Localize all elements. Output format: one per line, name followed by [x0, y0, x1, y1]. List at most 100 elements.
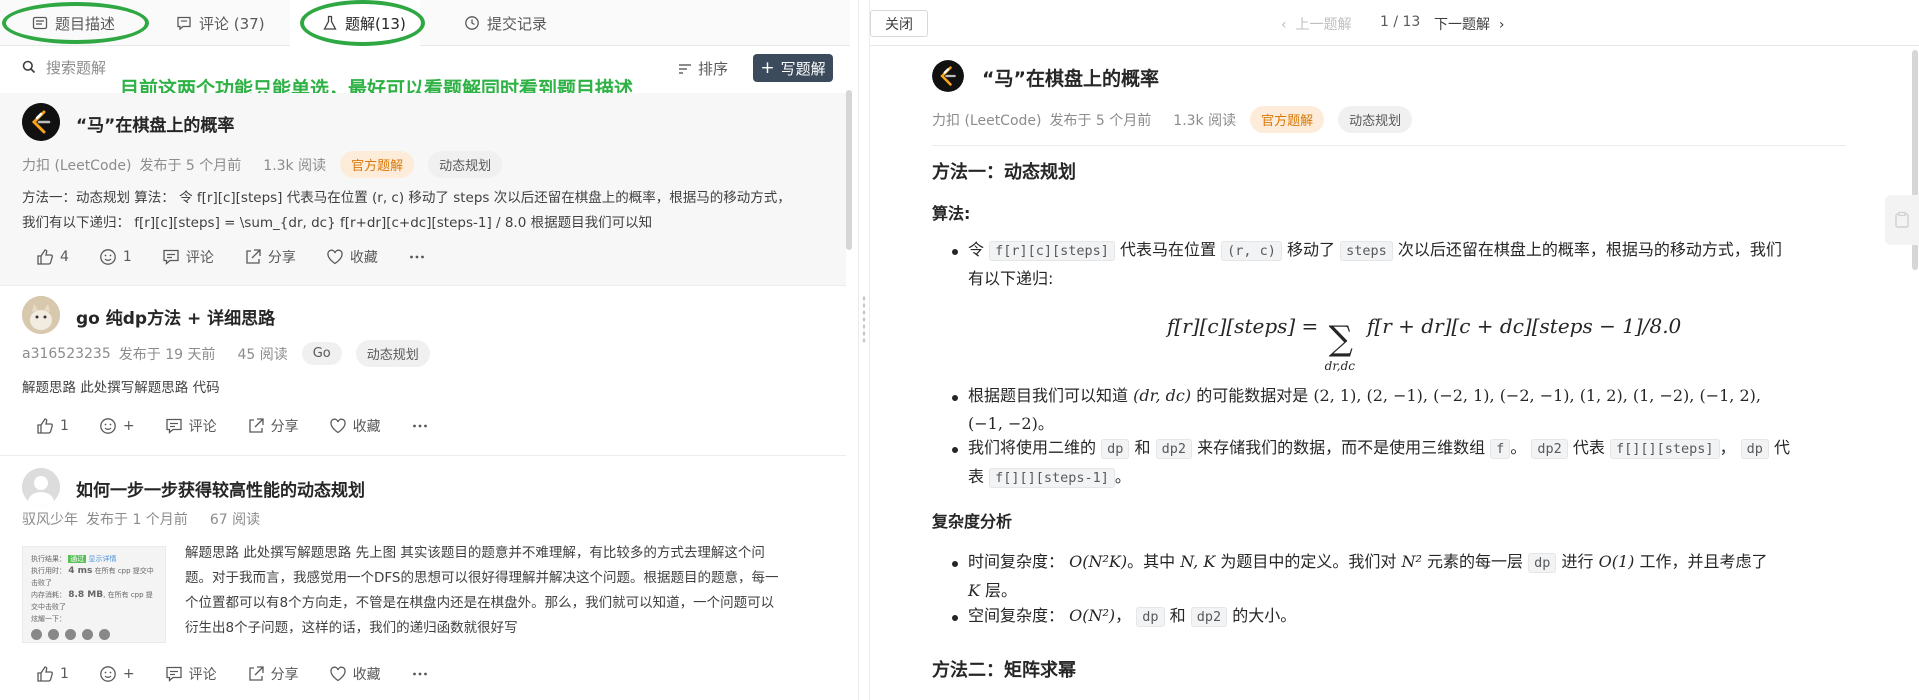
- favorite-button[interactable]: 收藏: [326, 247, 378, 267]
- reaction-button[interactable]: 1: [99, 248, 132, 266]
- sort-label: 排序: [698, 60, 729, 78]
- solution-item[interactable]: “马”在棋盘上的概率 力扣 (LeetCode) 发布于 5 个月前 1.3k …: [0, 93, 846, 286]
- tab-comments[interactable]: 评论 (37): [176, 0, 286, 46]
- cat-avatar-icon: [22, 296, 60, 334]
- comment-label: 评论: [188, 667, 217, 683]
- more-button[interactable]: [408, 248, 426, 266]
- author[interactable]: a316523235: [22, 346, 111, 362]
- sum-symbol: ∑: [1328, 319, 1353, 359]
- chevron-left-icon: ‹: [1281, 17, 1287, 33]
- heart-icon: [327, 249, 343, 265]
- comment-icon: [166, 418, 182, 434]
- sort-button[interactable]: 排序: [678, 58, 728, 79]
- prev-label: 上一题解: [1295, 17, 1352, 33]
- divider: [932, 145, 1846, 146]
- paragraph-storage: 我们将使用二维的 dp 和 dp2 来存储我们的数据，而不是使用三维数组 f。 …: [968, 438, 1791, 488]
- bullet: [952, 561, 958, 567]
- list-scrollbar[interactable]: [846, 90, 852, 250]
- code-inline: (r, c): [1221, 241, 1282, 261]
- bullet: [952, 249, 958, 255]
- description-icon: [32, 16, 48, 30]
- posted-time: 发布于 5 个月前: [139, 157, 242, 174]
- share-button[interactable]: 分享: [247, 664, 299, 684]
- solution-title[interactable]: go 纯dp方法 + 详细思路: [76, 304, 275, 329]
- code-inline: f[r][c][steps]: [989, 241, 1115, 261]
- favorite-label: 收藏: [352, 667, 381, 683]
- like-count: 1: [60, 418, 69, 434]
- tab-solutions[interactable]: 题解(13): [290, 0, 420, 46]
- thumb-share-icons: [31, 629, 157, 640]
- solution-item[interactable]: go 纯dp方法 + 详细思路 a316523235 发布于 19 天前 45 …: [0, 286, 846, 456]
- view-count: 1.3k 阅读: [1173, 112, 1237, 129]
- leetcode-logo-icon: [22, 103, 60, 141]
- like-count: 4: [60, 249, 69, 265]
- reaction-button[interactable]: +: [99, 665, 135, 683]
- prev-solution-button[interactable]: ‹ 上一题解: [1281, 14, 1352, 34]
- thumb-line: 执行用时： 4 ms 在所有 cpp 提交中击败了: [31, 566, 154, 587]
- favorite-button[interactable]: 收藏: [329, 664, 381, 684]
- more-icon: [412, 424, 427, 428]
- comment-label: 评论: [188, 419, 217, 435]
- tag-dp[interactable]: 动态规划: [355, 340, 430, 367]
- share-button[interactable]: 分享: [247, 416, 299, 436]
- share-label: 分享: [270, 419, 299, 435]
- thumbs-up-icon: [37, 249, 53, 265]
- view-count: 45 阅读: [237, 346, 288, 363]
- like-button[interactable]: 1: [36, 417, 69, 435]
- share-button[interactable]: 分享: [244, 247, 296, 267]
- thumb-line: 内存消耗： 8.8 MB, 在所有 cpp 提交中击败了: [31, 590, 153, 611]
- next-label: 下一题解: [1434, 17, 1490, 33]
- tab-submissions[interactable]: 提交记录: [464, 0, 574, 46]
- solution-actions: 4 1 评论 分享 收藏: [36, 247, 456, 267]
- like-button[interactable]: 4: [36, 248, 69, 266]
- comment-icon: [163, 249, 179, 265]
- sort-icon: [679, 63, 691, 74]
- like-button[interactable]: 1: [36, 665, 69, 683]
- tag-official[interactable]: 官方题解: [1250, 106, 1325, 133]
- solution-meta: 力扣 (LeetCode) 发布于 5 个月前 1.3k 阅读 官方题解 动态规…: [22, 151, 503, 178]
- tag-dp[interactable]: 动态规划: [1338, 106, 1413, 133]
- author[interactable]: 驭风少年: [22, 509, 78, 529]
- comment-button[interactable]: 评论: [165, 664, 217, 684]
- reaction-button[interactable]: +: [99, 417, 135, 435]
- tag-go[interactable]: Go: [301, 342, 342, 365]
- author[interactable]: 力扣 (LeetCode): [932, 110, 1041, 130]
- next-solution-button[interactable]: 下一题解 ›: [1434, 14, 1505, 34]
- solution-thumbnail[interactable]: 执行结果： 通过 显示详情 执行用时： 4 ms 在所有 cpp 提交中击败了 …: [22, 546, 166, 643]
- like-count: 1: [60, 666, 69, 682]
- plus-icon: +: [760, 57, 775, 78]
- comment-button[interactable]: 评论: [162, 247, 214, 267]
- favorite-button[interactable]: 收藏: [329, 416, 381, 436]
- comment-label: 评论: [185, 250, 214, 266]
- author[interactable]: 力扣 (LeetCode): [22, 155, 131, 175]
- tab-description-label: 题目描述: [55, 14, 116, 33]
- paragraph-time-complexity: 时间复杂度： O(N²K)。其中 N, K 为题目中的定义。我们对 N² 元素的…: [968, 552, 1768, 600]
- tag-dp[interactable]: 动态规划: [428, 151, 503, 178]
- heading-method-1: 方法一：动态规划: [932, 162, 1076, 183]
- solution-title[interactable]: 如何一步一步获得较高性能的动态规划: [76, 476, 365, 501]
- smile-icon: [100, 418, 116, 434]
- more-button[interactable]: [411, 417, 429, 435]
- panel-splitter[interactable]: [858, 0, 870, 700]
- side-float-button[interactable]: [1885, 195, 1919, 245]
- smile-icon: [100, 666, 116, 682]
- favorite-label: 收藏: [349, 250, 378, 266]
- comment-button[interactable]: 评论: [165, 416, 217, 436]
- solution-excerpt: 解题思路 此处撰写解题思路 先上图 其实该题目的题意并不难理解，有比较多的方式去…: [185, 541, 825, 641]
- more-button[interactable]: [411, 665, 429, 683]
- heart-icon: [329, 666, 346, 682]
- avatar: [22, 296, 60, 334]
- more-icon: [412, 672, 427, 676]
- write-solution-button[interactable]: + 写题解: [753, 54, 833, 82]
- tab-description[interactable]: 题目描述: [32, 0, 142, 46]
- smile-icon: [100, 249, 116, 265]
- solution-item[interactable]: 如何一步一步获得较高性能的动态规划 驭风少年 发布于 1 个月前 67 阅读 执…: [0, 456, 846, 700]
- heading-method-2: 方法二：矩阵求幂: [932, 660, 1076, 681]
- excerpt-line: 方法一：动态规划 算法： 令 f[r][c][steps] 代表马在位置 (r,…: [22, 190, 791, 206]
- tag-official[interactable]: 官方题解: [340, 151, 415, 178]
- close-button[interactable]: 关闭: [870, 10, 928, 37]
- solution-list: “马”在棋盘上的概率 力扣 (LeetCode) 发布于 5 个月前 1.3k …: [0, 93, 846, 700]
- excerpt-line: 我们有以下递归： f[r][c][steps] = \sum_{dr, dc} …: [22, 215, 653, 231]
- drag-handle-icon[interactable]: [862, 295, 866, 345]
- solution-title[interactable]: “马”在棋盘上的概率: [76, 111, 234, 136]
